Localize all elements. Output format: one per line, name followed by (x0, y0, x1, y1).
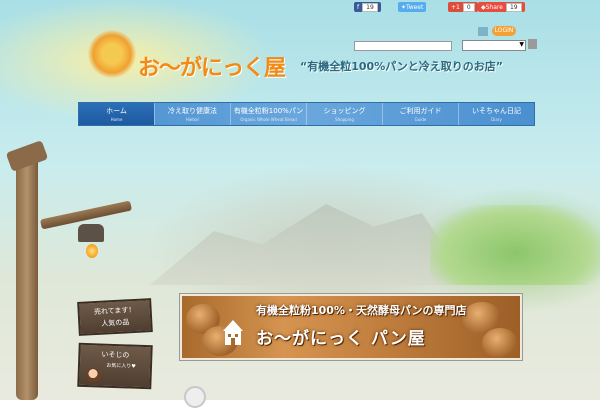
site-brand-title[interactable]: お〜がにっく屋 (138, 50, 286, 82)
nav-label: 冷え取り健康法 (168, 107, 217, 115)
nav-sublabel: Diary (491, 117, 502, 122)
tweet-label: Tweet (406, 3, 424, 11)
nav-label: 有機全粒粉100%パン (233, 107, 304, 115)
bread-shop-banner[interactable]: 有機全粒粉100%・天然酵母パンの専門店 お〜がにっく パン屋 (180, 294, 522, 360)
share-count: 19 (505, 2, 522, 12)
nav-label: いそちゃん日記 (472, 107, 521, 115)
chevron-down-icon: ▼ (519, 41, 524, 48)
login-button[interactable]: LOGIN (492, 26, 516, 36)
sign-label: いそじの (101, 350, 130, 360)
nav-item-diary[interactable]: いそちゃん日記 Diary (459, 103, 534, 125)
category-select[interactable]: ▼ (462, 40, 526, 51)
avatar (86, 368, 100, 382)
search-input[interactable] (354, 41, 452, 51)
share-button[interactable]: ◆ Share 19 (478, 2, 525, 12)
nav-sublabel: Guide (414, 117, 427, 122)
facebook-count: 19 (362, 2, 378, 12)
sun-logo-icon[interactable] (88, 30, 136, 78)
nav-sublabel: Hietori (185, 117, 200, 122)
nav-sublabel: Organic Whole Wheat Bread (240, 117, 297, 122)
gplus-label: +1 (451, 3, 460, 11)
google-plus-button[interactable]: +1 0 (448, 2, 478, 12)
facebook-like-button[interactable]: f 19 (354, 2, 381, 12)
nav-label: ショッピング (323, 107, 366, 115)
sign-label: お気に入り♥ (106, 362, 136, 370)
site-tagline: “有機全粒100%パンと冷え取りのお店” (300, 60, 503, 73)
tweet-button[interactable]: ✦ Tweet (398, 2, 427, 12)
facebook-icon: f (357, 3, 360, 11)
banner-subtitle: 有機全粒粉100%・天然酵母パンの専門店 (256, 304, 467, 317)
wooden-post-illustration (16, 150, 38, 400)
nav-label: ホーム (106, 107, 127, 115)
search-submit-button[interactable] (528, 39, 537, 49)
bread-image (482, 328, 518, 358)
nav-item-guide[interactable]: ご利用ガイド Guide (383, 103, 458, 125)
nav-item-shopping[interactable]: ショッピング Shopping (307, 103, 382, 125)
nav-item-home[interactable]: ホーム Home (79, 103, 154, 125)
share-label: Share (485, 3, 503, 11)
shop-house-icon (223, 320, 243, 345)
main-navigation: ホーム Home 冷え取り健康法 Hietori 有機全粒粉100%パン Org… (78, 102, 535, 126)
nav-item-hietori[interactable]: 冷え取り健康法 Hietori (155, 103, 230, 125)
tree-illustration (430, 205, 600, 285)
member-icon[interactable] (478, 27, 488, 36)
nav-sublabel: Shopping (335, 117, 354, 122)
popular-items-sign[interactable]: 売れてます！ 人気の品 (77, 298, 153, 336)
decorative-circle-icon (184, 386, 206, 408)
lamp-light-icon (86, 244, 98, 258)
nav-sublabel: Home (110, 117, 123, 122)
nav-label: ご利用ガイド (399, 107, 442, 115)
sign-label: 人気の品 (101, 318, 130, 328)
nav-item-bread[interactable]: 有機全粒粉100%パン Organic Whole Wheat Bread (231, 103, 306, 125)
gplus-count: 0 (462, 2, 475, 12)
lamp-icon (78, 224, 104, 242)
favorites-sign[interactable]: いそじの お気に入り♥ (77, 342, 153, 390)
banner-title: お〜がにっく パン屋 (256, 329, 426, 349)
